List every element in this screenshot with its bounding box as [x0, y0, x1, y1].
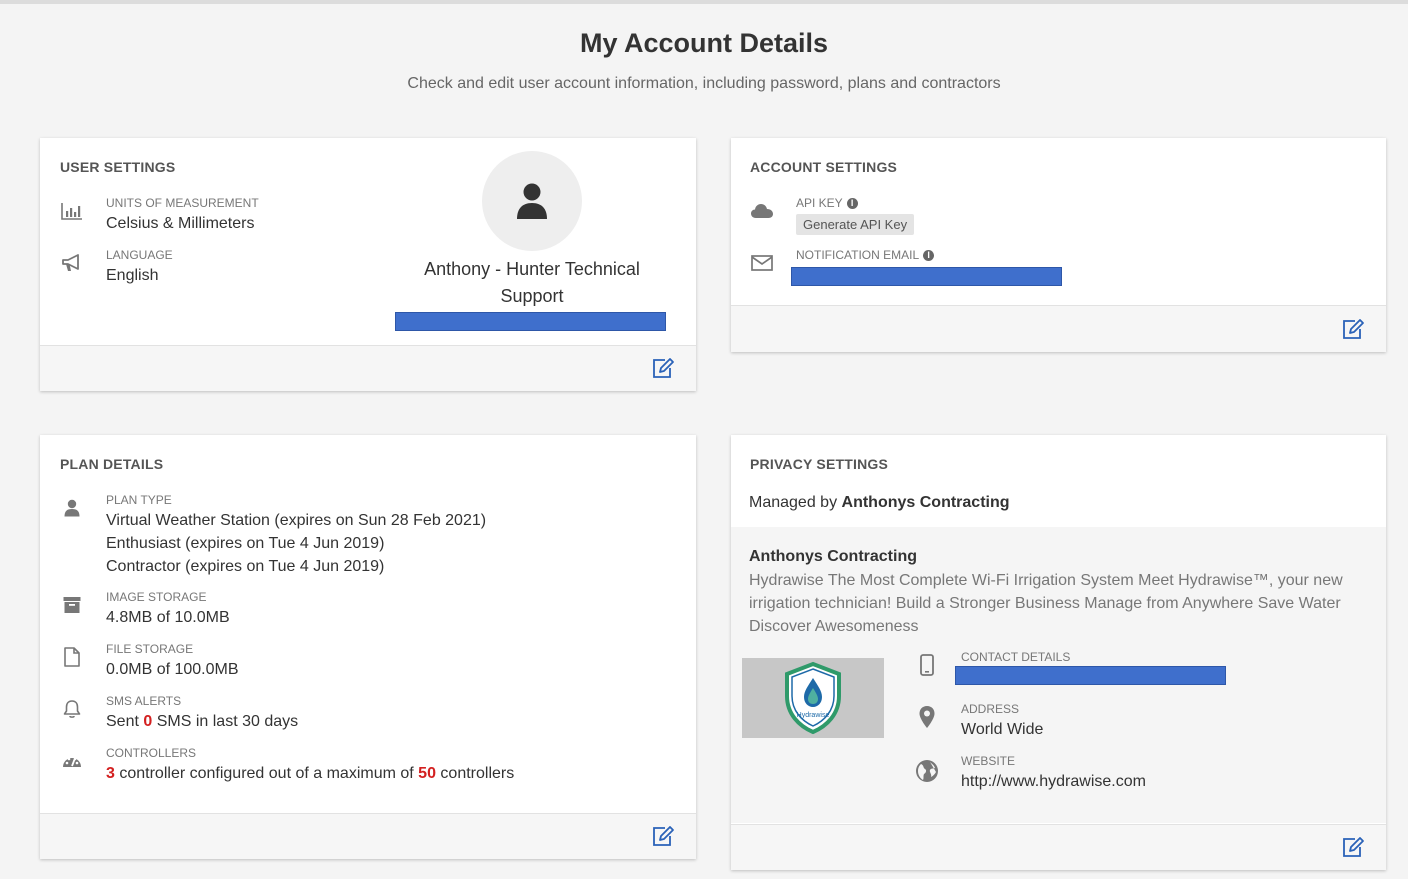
- user-settings-footer: [40, 345, 696, 391]
- language-row: LANGUAGE English: [60, 248, 360, 292]
- page-title: My Account Details: [579, 28, 829, 58]
- file-storage-label: FILE STORAGE: [106, 642, 194, 656]
- website-row: WEBSITE http://www.hydrawise.com: [915, 754, 1335, 798]
- file-icon: [60, 646, 84, 668]
- edit-icon[interactable]: [650, 824, 676, 848]
- globe-icon: [915, 760, 939, 782]
- contractor-block: Anthonys Contracting Hydrawise The Most …: [731, 527, 1386, 823]
- api-key-label: API KEY i: [796, 196, 858, 210]
- plan-details-footer: [40, 813, 696, 859]
- controllers-value: 3 controller configured out of a maximum…: [106, 762, 514, 785]
- privacy-settings-footer: [731, 824, 1386, 870]
- user-icon: [517, 183, 547, 219]
- edit-icon[interactable]: [650, 356, 676, 380]
- sms-suffix: SMS in last 30 days: [156, 713, 299, 730]
- api-key-row: API KEY i Generate API Key: [750, 196, 1150, 240]
- plan-type-list: Virtual Weather Station (expires on Sun …: [106, 509, 486, 578]
- plan-details-card: PLAN DETAILS PLAN TYPE Virtual Weather S…: [40, 435, 696, 859]
- plan-type-item: Virtual Weather Station (expires on Sun …: [106, 512, 487, 529]
- units-value: Celsius & Millimeters: [106, 215, 255, 232]
- sms-alerts-value: Sent 0 SMS in last 30 days: [106, 710, 298, 733]
- notification-email-label-text: NOTIFICATION EMAIL: [796, 248, 920, 262]
- megaphone-icon: [60, 252, 84, 274]
- profile-name: Anthony - Hunter Technical Support: [424, 259, 640, 306]
- redacted-contact-details: [955, 666, 1226, 685]
- account-settings-title: ACCOUNT SETTINGS: [750, 159, 898, 175]
- managed-by: Managed by Anthonys Contracting: [749, 494, 1010, 512]
- redacted-email: [395, 312, 666, 331]
- page-subtitle: Check and edit user account information,…: [407, 75, 1001, 92]
- archive-icon: [60, 594, 84, 616]
- controllers-label: CONTROLLERS: [106, 746, 197, 760]
- info-icon[interactable]: i: [923, 250, 935, 261]
- edit-icon[interactable]: [1340, 835, 1366, 859]
- sms-alerts-label: SMS ALERTS: [106, 694, 182, 708]
- plan-type-row: PLAN TYPE Virtual Weather Station (expir…: [60, 493, 660, 577]
- account-settings-footer: [731, 305, 1386, 352]
- language-value: English: [106, 267, 159, 284]
- map-pin-icon: [915, 706, 939, 728]
- api-key-label-text: API KEY: [796, 196, 843, 210]
- plan-type-label: PLAN TYPE: [106, 493, 172, 507]
- bell-icon: [60, 698, 84, 720]
- privacy-settings-card: PRIVACY SETTINGS Managed by Anthonys Con…: [731, 435, 1386, 870]
- website-link[interactable]: http://www.hydrawise.com: [961, 770, 1146, 793]
- managed-prefix: Managed by: [749, 494, 838, 511]
- image-storage-label: IMAGE STORAGE: [106, 590, 207, 604]
- cloud-icon: [750, 200, 774, 222]
- dashboard-icon: [60, 750, 84, 772]
- address-label: ADDRESS: [961, 702, 1020, 716]
- bar-chart-icon: [60, 200, 84, 222]
- controllers-suffix: controllers: [440, 765, 515, 782]
- address-value: World Wide: [961, 721, 1044, 738]
- avatar: [482, 151, 582, 251]
- contractor-description: Hydrawise The Most Complete Wi-Fi Irriga…: [749, 572, 1343, 635]
- units-row: UNITS OF MEASUREMENT Celsius & Millimete…: [60, 196, 360, 240]
- controllers-row: CONTROLLERS 3 controller configured out …: [60, 746, 660, 790]
- user-icon: [60, 497, 84, 519]
- contractor-name: Anthonys Contracting: [749, 548, 917, 565]
- website-label: WEBSITE: [961, 754, 1016, 768]
- sms-alerts-row: SMS ALERTS Sent 0 SMS in last 30 days: [60, 694, 460, 738]
- image-storage-row: IMAGE STORAGE 4.8MB of 10.0MB: [60, 590, 460, 634]
- privacy-settings-title: PRIVACY SETTINGS: [750, 456, 889, 472]
- sms-prefix: Sent: [106, 713, 139, 730]
- mobile-phone-icon: [915, 654, 939, 676]
- sms-count: 0: [143, 713, 153, 730]
- generate-api-key-button[interactable]: Generate API Key: [796, 214, 915, 235]
- logo-text: Hydrawise: [797, 712, 830, 719]
- user-settings-title: USER SETTINGS: [60, 159, 176, 175]
- top-divider: [0, 0, 1408, 4]
- controllers-middle: controller configured out of a maximum o…: [119, 765, 414, 782]
- file-storage-row: FILE STORAGE 0.0MB of 100.0MB: [60, 642, 460, 686]
- units-label: UNITS OF MEASUREMENT: [106, 196, 259, 210]
- envelope-icon: [750, 252, 774, 274]
- contractor-logo: Hydrawise: [742, 658, 884, 738]
- managed-by-name: Anthonys Contracting: [841, 494, 1010, 511]
- image-storage-value: 4.8MB of 10.0MB: [106, 609, 230, 626]
- file-storage-value: 0.0MB of 100.0MB: [106, 661, 239, 678]
- edit-icon[interactable]: [1340, 317, 1366, 341]
- info-icon[interactable]: i: [846, 198, 858, 209]
- plan-type-item: Enthusiast (expires on Tue 4 Jun 2019): [106, 535, 385, 552]
- redacted-notification-email: [791, 267, 1062, 286]
- notification-email-label: NOTIFICATION EMAIL i: [796, 248, 935, 262]
- language-label: LANGUAGE: [106, 248, 173, 262]
- controllers-max: 50: [418, 765, 436, 782]
- account-settings-card: ACCOUNT SETTINGS API KEY i Generate API K…: [731, 138, 1386, 352]
- address-row: ADDRESS World Wide: [915, 702, 1235, 746]
- controllers-count: 3: [106, 765, 115, 782]
- plan-details-title: PLAN DETAILS: [60, 456, 164, 472]
- contact-details-label: CONTACT DETAILS: [961, 650, 1071, 664]
- plan-type-item: Contractor (expires on Tue 4 Jun 2019): [106, 558, 385, 575]
- user-settings-card: USER SETTINGS UNITS OF MEASUREMENT Celsi…: [40, 138, 696, 391]
